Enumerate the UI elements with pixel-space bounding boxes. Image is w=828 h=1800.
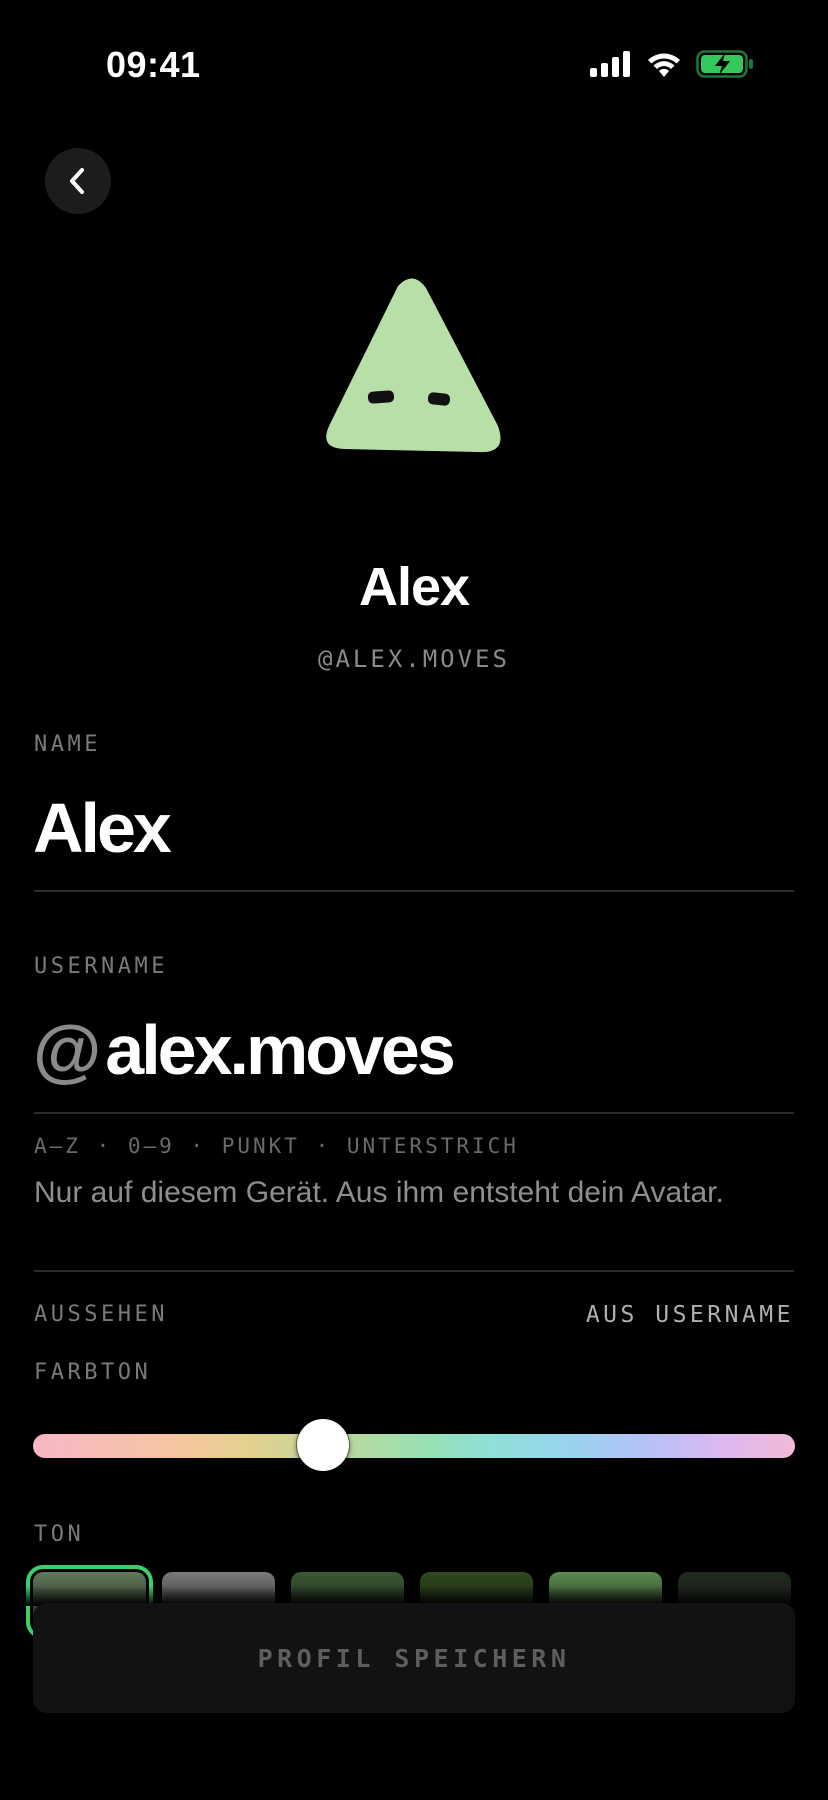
battery-charging-icon	[696, 50, 753, 78]
appearance-source-button[interactable]: AUS USERNAME	[586, 1302, 794, 1328]
status-time: 09:41	[106, 44, 201, 85]
hue-label: FARBTON	[34, 1360, 152, 1385]
chevron-left-icon	[70, 168, 84, 194]
tone-label: TON	[34, 1522, 85, 1547]
name-divider	[34, 890, 794, 892]
cellular-signal-icon	[590, 51, 630, 77]
hue-slider-thumb[interactable]	[296, 1419, 349, 1471]
username-hint: Nur auf diesem Gerät. Aus ihm entsteht d…	[34, 1176, 724, 1209]
section-divider	[34, 1270, 794, 1272]
back-button[interactable]	[45, 148, 111, 214]
save-profile-button[interactable]: PROFIL SPEICHERN	[33, 1603, 795, 1713]
username-label: USERNAME	[34, 954, 168, 979]
username-input[interactable]: @alex.moves	[33, 1010, 456, 1090]
appearance-label: AUSSEHEN	[34, 1302, 168, 1327]
username-rules: A–Z · 0–9 · PUNKT · UNTERSTRICH	[34, 1134, 519, 1158]
username-prefix: @	[33, 1011, 102, 1089]
username-divider	[34, 1112, 794, 1114]
display-handle: @ALEX.MOVES	[318, 645, 510, 673]
avatar	[318, 276, 508, 456]
avatar-triangle-icon	[326, 278, 501, 453]
display-name: Alex	[358, 557, 470, 617]
hue-slider[interactable]	[33, 1434, 795, 1458]
name-label: NAME	[34, 732, 101, 757]
status-icons	[590, 50, 754, 78]
username-value: alex.moves	[105, 1011, 455, 1089]
name-input[interactable]: Alex	[33, 788, 172, 868]
wifi-icon	[648, 53, 680, 77]
